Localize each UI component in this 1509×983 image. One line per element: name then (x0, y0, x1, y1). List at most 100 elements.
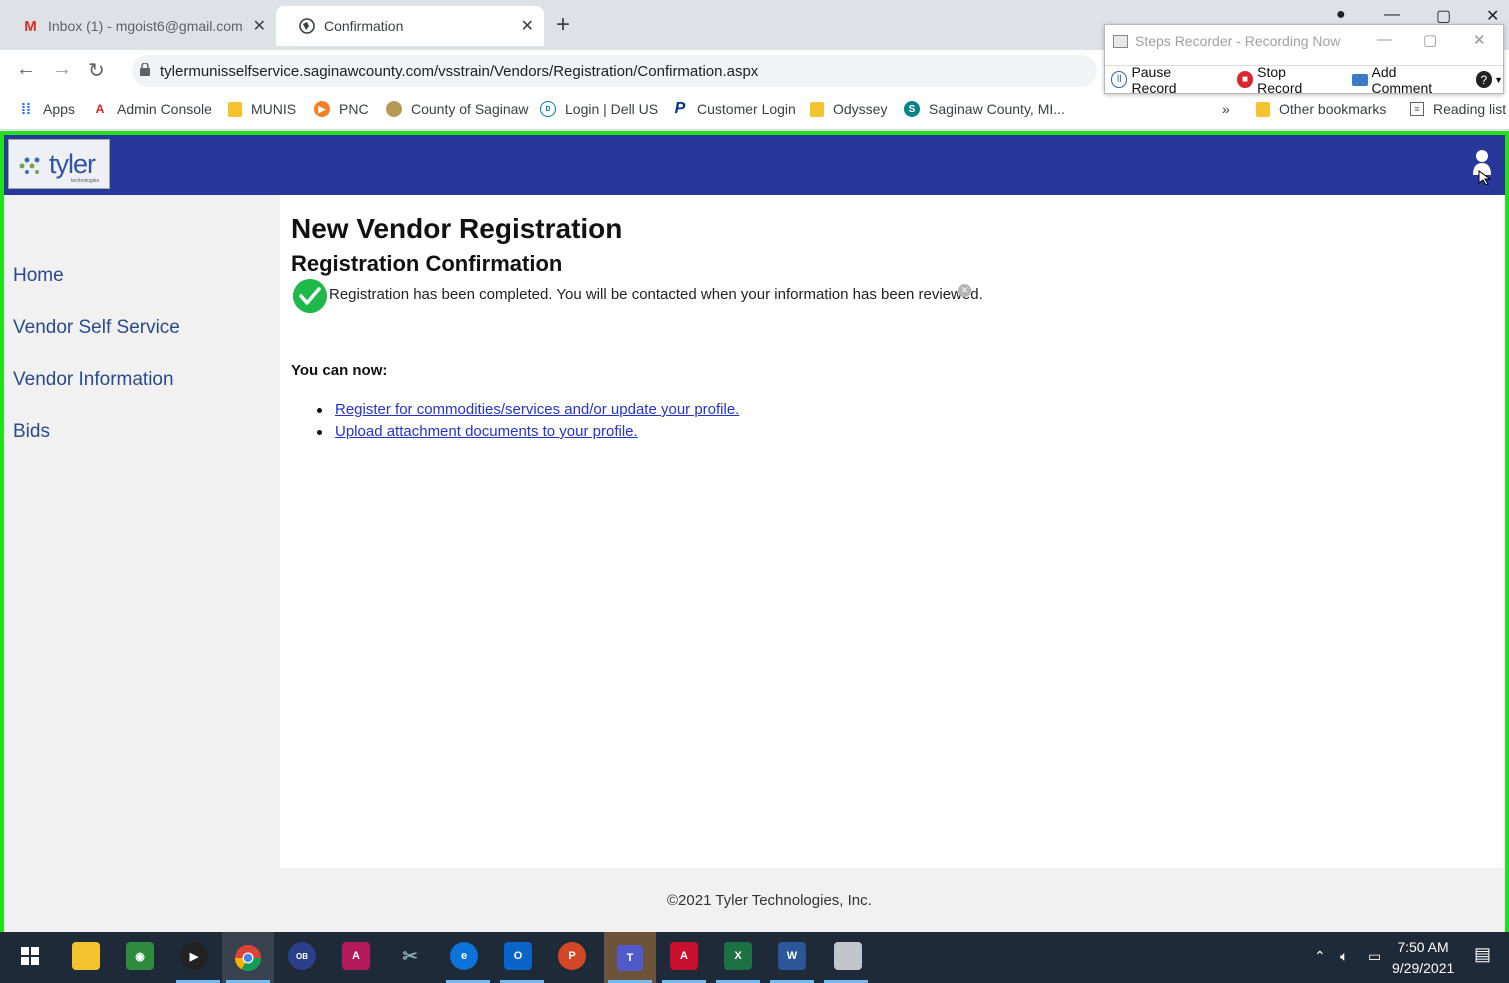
app-frame: tyler technologies Home Vendor Self Serv… (0, 131, 1509, 932)
sidebar-item-vendor-self-service[interactable]: Vendor Self Service (13, 317, 180, 339)
reading-list-button[interactable]: ≡ Reading list (1410, 101, 1506, 117)
main-content: New Vendor Registration Registration Con… (280, 195, 1505, 868)
chevron-up-icon[interactable]: ⌃ (1314, 948, 1326, 965)
comment-icon (1352, 73, 1368, 86)
acrobat-icon[interactable]: A (670, 942, 698, 970)
page-title: New Vendor Registration (291, 213, 623, 244)
close-window-icon[interactable]: ✕ (1486, 6, 1499, 26)
excel-icon[interactable]: X (724, 942, 752, 970)
steps-recorder-title: Steps Recorder - Recording Now (1113, 33, 1340, 49)
tyler-logo-mark-icon (19, 157, 40, 174)
steps-recorder-icon (1113, 34, 1128, 48)
access-icon[interactable]: A (342, 942, 370, 970)
steps-recorder-toolbar: ll Pause Record ■ Stop Record Add Commen… (1105, 64, 1503, 96)
add-comment-button[interactable]: Add Comment (1352, 64, 1458, 96)
pause-record-button[interactable]: ll Pause Record (1111, 64, 1217, 96)
tyler-logo[interactable]: tyler technologies (8, 139, 110, 189)
word-icon[interactable]: W (778, 942, 806, 970)
app-header: tyler technologies (4, 135, 1505, 195)
next-steps-list: Register for commodities/services and/or… (317, 399, 739, 443)
adobe-icon: A (95, 102, 105, 116)
profile-icon[interactable]: ● (1336, 6, 1346, 24)
help-icon[interactable]: ? (1475, 71, 1493, 88)
close-tab-icon[interactable]: ✕ (521, 16, 534, 36)
confirmation-message: Registration has been completed. You wil… (329, 286, 983, 303)
close-icon[interactable]: ✕ (1473, 31, 1486, 49)
address-bar[interactable]: tylermunisselfservice.saginawcounty.com/… (132, 55, 1097, 87)
list-item: Upload attachment documents to your prof… (317, 421, 739, 443)
sidebar: Home Vendor Self Service Vendor Informat… (4, 195, 280, 931)
new-tab-icon[interactable]: + (556, 11, 570, 39)
bookmark-dell[interactable]: D Login | Dell US (540, 101, 658, 117)
stop-icon: ■ (1236, 71, 1254, 88)
dismiss-icon[interactable]: ✕ (958, 284, 971, 297)
bookmark-apps[interactable]: ⁞⁞ Apps (18, 100, 75, 118)
bookmark-odyssey[interactable]: Odyssey (810, 101, 887, 117)
maximize-icon[interactable]: ▢ (1436, 6, 1451, 26)
bookmark-pnc[interactable]: ▶ PNC (314, 101, 369, 117)
maximize-icon[interactable]: ▢ (1423, 31, 1437, 49)
sidebar-item-vendor-information[interactable]: Vendor Information (13, 369, 174, 391)
pnc-icon: ▶ (314, 101, 330, 117)
notifications-icon[interactable]: ▤ (1474, 944, 1491, 965)
battery-icon[interactable]: ▭ (1368, 948, 1381, 965)
media-player-icon[interactable]: ▶ (180, 942, 208, 970)
bookmark-saginaw-county[interactable]: S Saginaw County, MI... (904, 101, 1065, 117)
list-item: Register for commodities/services and/or… (317, 399, 739, 421)
chrome-icon (234, 944, 262, 971)
minimize-icon[interactable]: — (1377, 31, 1392, 48)
edge-icon[interactable]: e (450, 942, 478, 970)
steps-recorder-window: Steps Recorder - Recording Now — ▢ ✕ ll … (1104, 24, 1504, 96)
bookmark-admin-console[interactable]: A Admin Console (92, 101, 212, 117)
apps-grid-icon: ⁞⁞ (21, 100, 31, 118)
chrome-taskbar-button[interactable] (222, 932, 274, 983)
sidebar-item-bids[interactable]: Bids (13, 421, 50, 443)
close-tab-icon[interactable]: ✕ (253, 16, 266, 36)
taskbar: ◉ ▶ OB A ✂ e O P T A X W ⌃ 🔈︎ ▭ 7:50 AM … (0, 932, 1509, 983)
bookmark-munis[interactable]: MUNIS (228, 101, 296, 117)
folder-icon (1256, 101, 1270, 117)
sidebar-item-home[interactable]: Home (13, 265, 64, 287)
teams-taskbar-button[interactable]: T (604, 932, 656, 983)
tab-inbox[interactable]: M Inbox (1) - mgoist6@gmail.com ✕ (0, 6, 276, 46)
bookmarks-overflow-button[interactable]: » (1222, 101, 1230, 117)
folder-icon (228, 101, 242, 117)
snipping-tool-icon[interactable]: ✂ (396, 942, 424, 970)
camera-app-icon[interactable]: ◉ (126, 942, 154, 970)
outlook-icon[interactable]: O (504, 942, 532, 970)
lock-icon (140, 63, 150, 76)
folder-icon (810, 101, 824, 117)
register-commodities-link[interactable]: Register for commodities/services and/or… (335, 401, 739, 418)
upload-attachments-link[interactable]: Upload attachment documents to your prof… (335, 423, 638, 440)
volume-icon[interactable]: 🔈︎ (1340, 948, 1348, 965)
bookmark-county-of-saginaw[interactable]: County of Saginaw (386, 101, 529, 117)
copyright-text: ©2021 Tyler Technologies, Inc. (667, 892, 872, 909)
back-icon[interactable]: ← (16, 58, 36, 81)
url-text: tylermunisselfservice.saginawcounty.com/… (160, 62, 759, 80)
minimize-icon[interactable]: — (1384, 6, 1400, 24)
bookmark-other-bookmarks[interactable]: Other bookmarks (1256, 101, 1386, 117)
steps-recorder-taskbar-icon[interactable] (834, 942, 862, 970)
file-explorer-icon[interactable] (72, 942, 100, 970)
onbase-icon[interactable]: OB (288, 942, 316, 970)
logo-subtext: technologies (71, 178, 100, 184)
taskbar-clock[interactable]: 7:50 AM 9/29/2021 (1392, 937, 1454, 979)
tab-confirmation[interactable]: Confirmation ✕ (276, 6, 544, 46)
bookmark-customer-login[interactable]: P Customer Login (672, 100, 796, 117)
powerpoint-icon[interactable]: P (558, 942, 586, 970)
windows-start-icon[interactable] (16, 942, 44, 970)
forward-icon[interactable]: → (52, 58, 72, 81)
reload-icon[interactable]: ↻ (88, 58, 105, 83)
tab-title: Inbox (1) - mgoist6@gmail.com (48, 18, 243, 34)
globe-icon (298, 18, 315, 35)
reading-list-icon: ≡ (1410, 102, 1424, 116)
stop-record-button[interactable]: ■ Stop Record (1236, 64, 1332, 96)
teams-icon: T (617, 944, 643, 971)
county-seal-icon (386, 101, 402, 117)
success-check-icon (293, 279, 327, 313)
pause-icon: ll (1111, 71, 1128, 88)
page-subtitle: Registration Confirmation (291, 251, 563, 276)
sharepoint-icon: S (904, 101, 920, 117)
user-icon[interactable] (1471, 149, 1493, 185)
chevron-down-icon[interactable]: ▼ (1494, 75, 1503, 85)
